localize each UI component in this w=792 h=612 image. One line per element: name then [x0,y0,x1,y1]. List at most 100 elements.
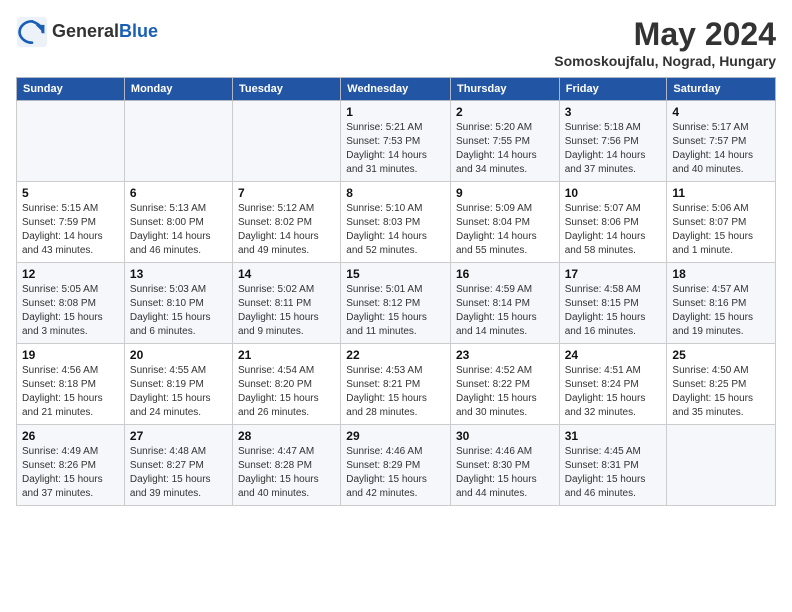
day-detail: Sunrise: 5:03 AMSunset: 8:10 PMDaylight:… [130,283,227,339]
calendar-day-cell: 5 Sunrise: 5:15 AMSunset: 7:59 PMDaylight… [17,182,125,263]
calendar-day-cell: 10 Sunrise: 5:07 AMSunset: 8:06 PMDayligh… [559,182,667,263]
calendar-day-cell: 12 Sunrise: 5:05 AMSunset: 8:08 PMDayligh… [17,263,125,344]
day-number: 6 [130,186,227,200]
day-detail: Sunrise: 4:57 AMSunset: 8:16 PMDaylight:… [672,283,770,339]
day-number: 21 [238,348,335,362]
calendar-day-cell: 28Sunrise: 4:47 AMSunset: 8:28 PMDayligh… [233,425,341,506]
day-detail: Sunrise: 5:21 AMSunset: 7:53 PMDaylight:… [346,121,445,177]
day-number: 24 [565,348,662,362]
title-block: May 2024 Somoskoujfalu, Nograd, Hungary [554,16,776,69]
weekday-header: Thursday [450,78,559,101]
weekday-header: Friday [559,78,667,101]
calendar-day-cell: 30 Sunrise: 4:46 AMSunset: 8:30 PMDayligh… [450,425,559,506]
calendar-day-cell: 8 Sunrise: 5:10 AMSunset: 8:03 PMDaylight… [341,182,451,263]
weekday-header: Wednesday [341,78,451,101]
day-detail: Sunrise: 4:50 AMSunset: 8:25 PMDaylight:… [672,364,770,420]
calendar-week-row: 26Sunrise: 4:49 AMSunset: 8:26 PMDayligh… [17,425,776,506]
day-detail: Sunrise: 4:52 AMSunset: 8:22 PMDaylight:… [456,364,554,420]
day-number: 27 [130,429,227,443]
day-detail: Sunrise: 4:51 AMSunset: 8:24 PMDaylight:… [565,364,662,420]
day-detail: Sunrise: 5:02 AMSunset: 8:11 PMDaylight:… [238,283,335,339]
calendar-day-cell [667,425,776,506]
day-number: 20 [130,348,227,362]
day-number: 18 [672,267,770,281]
calendar-day-cell: 6 Sunrise: 5:13 AMSunset: 8:00 PMDaylight… [124,182,232,263]
day-detail: Sunrise: 5:17 AMSunset: 7:57 PMDaylight:… [672,121,770,177]
day-detail: Sunrise: 4:54 AMSunset: 8:20 PMDaylight:… [238,364,335,420]
day-number: 5 [22,186,119,200]
day-number: 10 [565,186,662,200]
day-detail: Sunrise: 4:48 AMSunset: 8:27 PMDaylight:… [130,445,227,501]
day-number: 17 [565,267,662,281]
calendar-day-cell: 4 Sunrise: 5:17 AMSunset: 7:57 PMDaylight… [667,101,776,182]
day-detail: Sunrise: 5:10 AMSunset: 8:03 PMDaylight:… [346,202,445,258]
day-number: 12 [22,267,119,281]
day-number: 11 [672,186,770,200]
location-subtitle: Somoskoujfalu, Nograd, Hungary [554,53,776,69]
day-detail: Sunrise: 4:46 AMSunset: 8:30 PMDaylight:… [456,445,554,501]
day-number: 7 [238,186,335,200]
month-title: May 2024 [554,16,776,53]
calendar-day-cell: 11 Sunrise: 5:06 AMSunset: 8:07 PMDayligh… [667,182,776,263]
calendar-day-cell: 18 Sunrise: 4:57 AMSunset: 8:16 PMDayligh… [667,263,776,344]
calendar-day-cell: 2Sunrise: 5:20 AMSunset: 7:55 PMDaylight… [450,101,559,182]
calendar-day-cell: 17Sunrise: 4:58 AMSunset: 8:15 PMDayligh… [559,263,667,344]
calendar-day-cell: 19Sunrise: 4:56 AMSunset: 8:18 PMDayligh… [17,344,125,425]
calendar-week-row: 12 Sunrise: 5:05 AMSunset: 8:08 PMDayligh… [17,263,776,344]
day-number: 8 [346,186,445,200]
day-detail: Sunrise: 5:06 AMSunset: 8:07 PMDaylight:… [672,202,770,258]
calendar-day-cell: 9Sunrise: 5:09 AMSunset: 8:04 PMDaylight… [450,182,559,263]
day-detail: Sunrise: 4:56 AMSunset: 8:18 PMDaylight:… [22,364,119,420]
calendar-day-cell: 14 Sunrise: 5:02 AMSunset: 8:11 PMDayligh… [233,263,341,344]
logo-general-text: GeneralBlue [52,22,158,42]
day-number: 4 [672,105,770,119]
logo: GeneralBlue [16,16,158,48]
calendar-day-cell: 25 Sunrise: 4:50 AMSunset: 8:25 PMDayligh… [667,344,776,425]
day-detail: Sunrise: 4:45 AMSunset: 8:31 PMDaylight:… [565,445,662,501]
day-number: 28 [238,429,335,443]
day-detail: Sunrise: 5:15 AMSunset: 7:59 PMDaylight:… [22,202,119,258]
calendar-week-row: 5 Sunrise: 5:15 AMSunset: 7:59 PMDaylight… [17,182,776,263]
day-detail: Sunrise: 5:05 AMSunset: 8:08 PMDaylight:… [22,283,119,339]
calendar-day-cell: 3 Sunrise: 5:18 AMSunset: 7:56 PMDaylight… [559,101,667,182]
calendar-day-cell: 15Sunrise: 5:01 AMSunset: 8:12 PMDayligh… [341,263,451,344]
calendar-day-cell: 1 Sunrise: 5:21 AMSunset: 7:53 PMDaylight… [341,101,451,182]
day-number: 23 [456,348,554,362]
calendar-day-cell: 27 Sunrise: 4:48 AMSunset: 8:27 PMDayligh… [124,425,232,506]
weekday-header: Tuesday [233,78,341,101]
day-number: 3 [565,105,662,119]
calendar-day-cell: 20 Sunrise: 4:55 AMSunset: 8:19 PMDayligh… [124,344,232,425]
day-number: 31 [565,429,662,443]
day-number: 30 [456,429,554,443]
day-detail: Sunrise: 5:12 AMSunset: 8:02 PMDaylight:… [238,202,335,258]
calendar-week-row: 19Sunrise: 4:56 AMSunset: 8:18 PMDayligh… [17,344,776,425]
day-number: 29 [346,429,445,443]
day-number: 26 [22,429,119,443]
calendar-day-cell [124,101,232,182]
calendar-day-cell: 22Sunrise: 4:53 AMSunset: 8:21 PMDayligh… [341,344,451,425]
day-number: 14 [238,267,335,281]
calendar-day-cell: 13Sunrise: 5:03 AMSunset: 8:10 PMDayligh… [124,263,232,344]
calendar-day-cell: 7 Sunrise: 5:12 AMSunset: 8:02 PMDaylight… [233,182,341,263]
calendar-day-cell: 23 Sunrise: 4:52 AMSunset: 8:22 PMDayligh… [450,344,559,425]
day-detail: Sunrise: 4:59 AMSunset: 8:14 PMDaylight:… [456,283,554,339]
day-number: 2 [456,105,554,119]
day-number: 25 [672,348,770,362]
weekday-header: Sunday [17,78,125,101]
weekday-header-row: SundayMondayTuesdayWednesdayThursdayFrid… [17,78,776,101]
weekday-header: Saturday [667,78,776,101]
day-number: 9 [456,186,554,200]
day-number: 22 [346,348,445,362]
day-number: 1 [346,105,445,119]
day-detail: Sunrise: 5:07 AMSunset: 8:06 PMDaylight:… [565,202,662,258]
calendar-day-cell: 29 Sunrise: 4:46 AMSunset: 8:29 PMDayligh… [341,425,451,506]
day-detail: Sunrise: 5:01 AMSunset: 8:12 PMDaylight:… [346,283,445,339]
calendar-day-cell [233,101,341,182]
calendar-week-row: 1 Sunrise: 5:21 AMSunset: 7:53 PMDaylight… [17,101,776,182]
weekday-header: Monday [124,78,232,101]
day-detail: Sunrise: 4:46 AMSunset: 8:29 PMDaylight:… [346,445,445,501]
day-detail: Sunrise: 5:18 AMSunset: 7:56 PMDaylight:… [565,121,662,177]
day-detail: Sunrise: 4:55 AMSunset: 8:19 PMDaylight:… [130,364,227,420]
calendar-day-cell: 24 Sunrise: 4:51 AMSunset: 8:24 PMDayligh… [559,344,667,425]
day-detail: Sunrise: 5:13 AMSunset: 8:00 PMDaylight:… [130,202,227,258]
